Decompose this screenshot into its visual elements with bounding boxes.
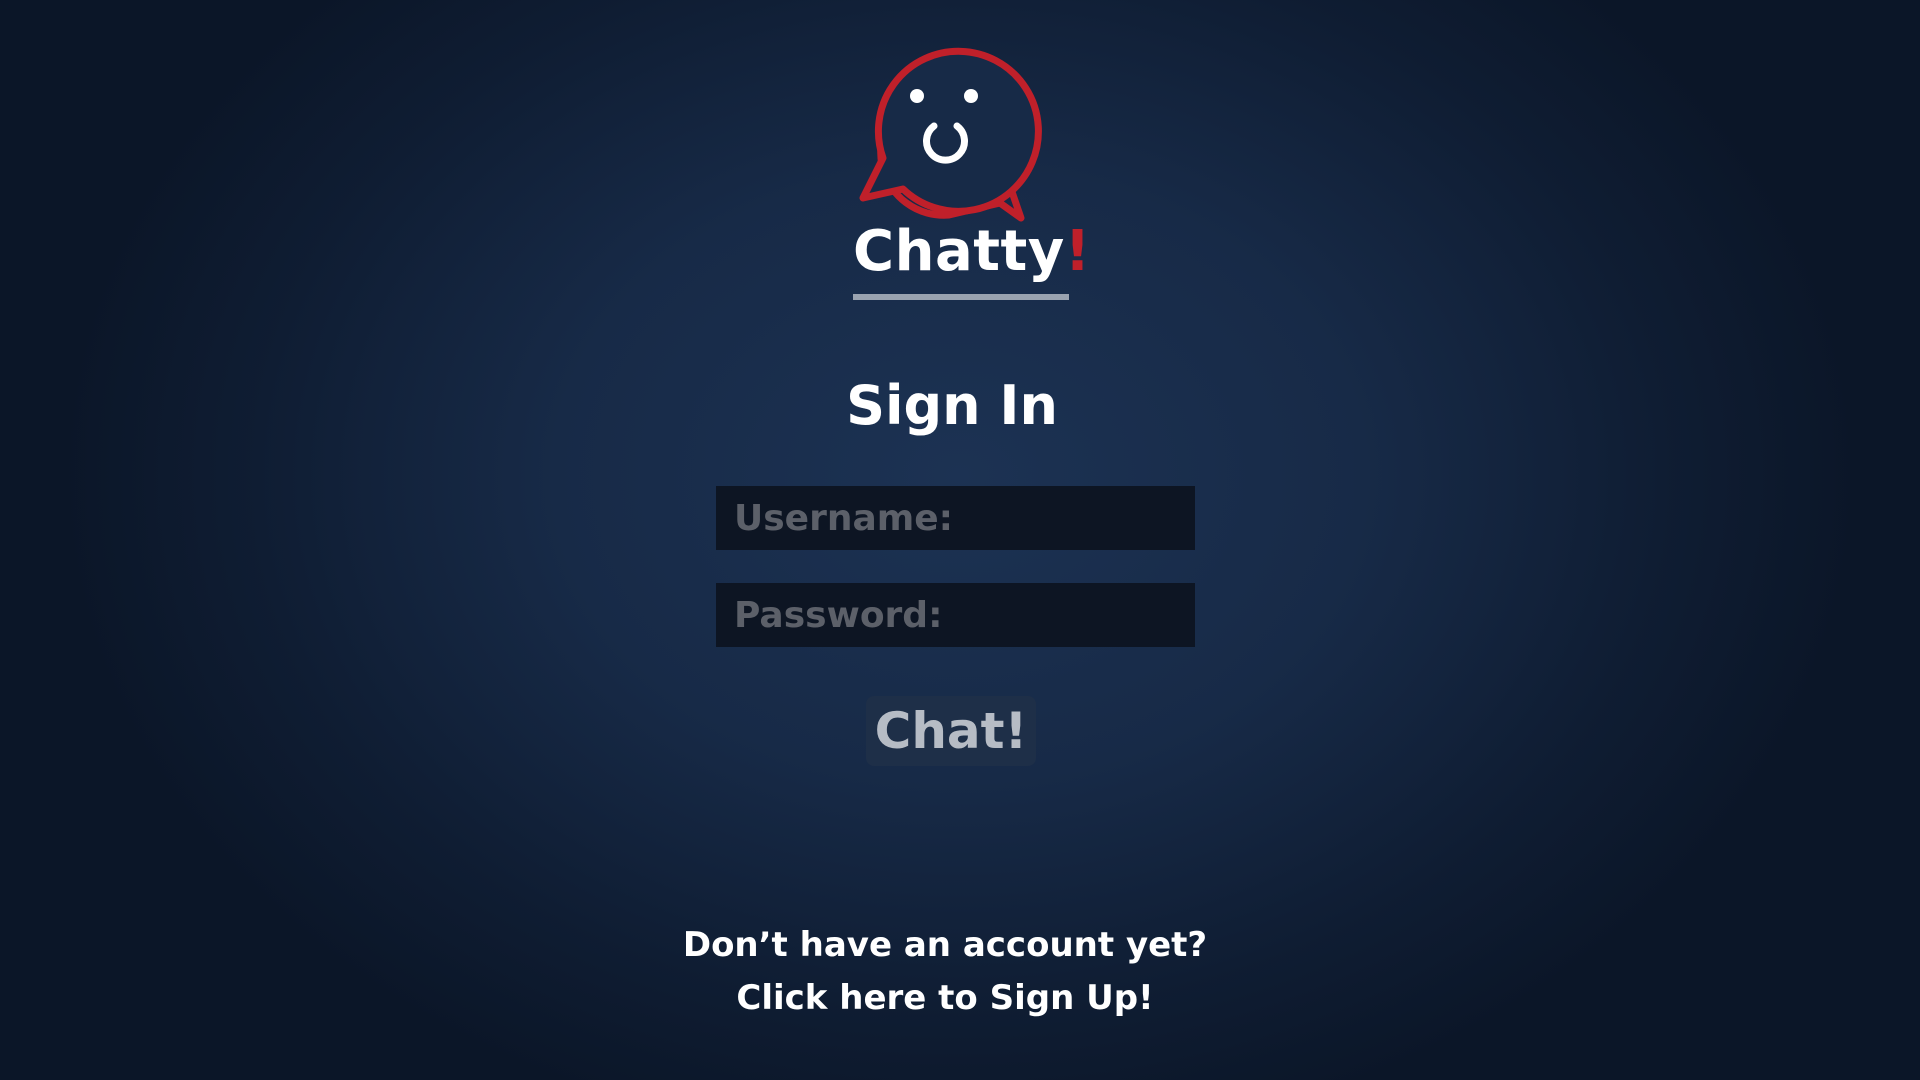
right-eye <box>964 89 978 103</box>
brand-exclamation: ! <box>1064 219 1091 284</box>
page-title: Sign In <box>846 374 1058 437</box>
signup-link[interactable]: Click here to Sign Up! <box>680 975 1210 1021</box>
brand-name: Chatty! <box>853 219 1090 284</box>
app-logo: Chatty! <box>853 34 1090 304</box>
password-input[interactable] <box>716 583 1195 647</box>
username-input[interactable] <box>716 486 1195 550</box>
chat-bubbles-smiley-icon <box>859 47 1042 222</box>
signup-prompt: Don’t have an account yet? <box>682 925 1208 965</box>
front-bubble <box>859 47 1042 215</box>
brand-name-text: Chatty <box>853 219 1065 284</box>
left-eye <box>910 89 924 103</box>
brand-underline <box>853 294 1069 300</box>
chat-submit-button[interactable]: Chat! <box>866 696 1036 766</box>
